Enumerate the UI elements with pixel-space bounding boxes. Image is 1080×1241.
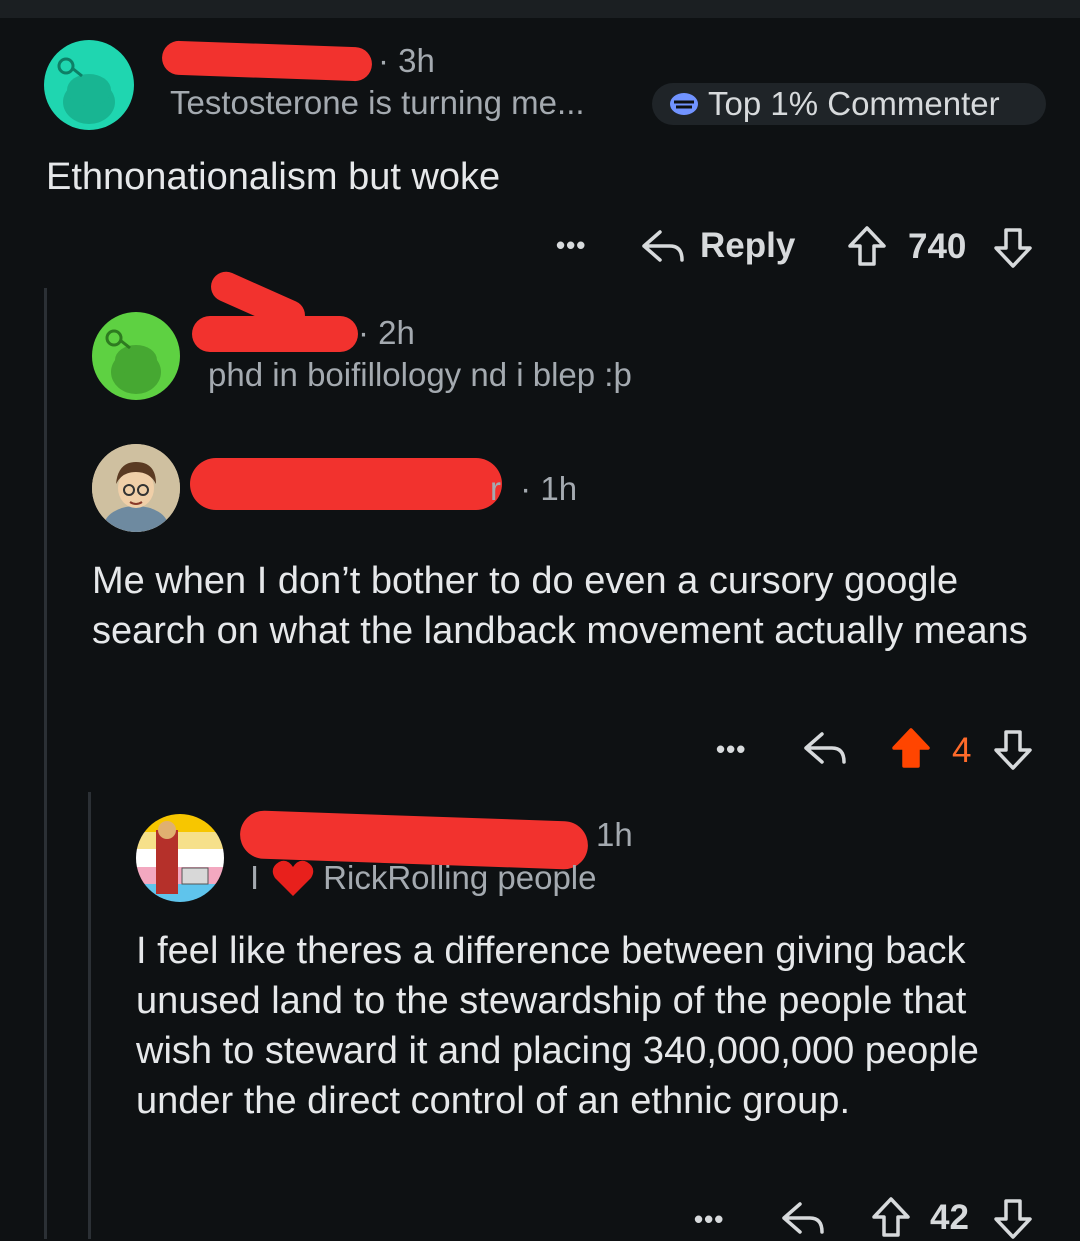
upvote-button[interactable] bbox=[890, 726, 932, 770]
cartoon-avatar-icon bbox=[92, 444, 180, 532]
top-commenter-badge: Top 1% Commenter bbox=[652, 83, 1046, 125]
comment-time: r · 1h bbox=[490, 470, 577, 508]
upvote-arrow-icon bbox=[848, 226, 886, 266]
reply-button[interactable]: Reply bbox=[640, 226, 795, 266]
user-flair-row: I RickRolling people bbox=[250, 858, 597, 898]
user-flair: Testosterone is turning me... bbox=[170, 84, 585, 121]
thread-line[interactable] bbox=[88, 792, 91, 1239]
user-flair: phd in boifillology nd i blep :þ bbox=[208, 356, 632, 393]
separator: · bbox=[520, 470, 532, 507]
comment-body: I feel like theres a difference between … bbox=[136, 930, 979, 1122]
top-commenter-icon bbox=[670, 93, 698, 115]
separator: · bbox=[378, 42, 389, 79]
user-avatar[interactable] bbox=[44, 40, 134, 130]
downvote-button[interactable] bbox=[992, 728, 1034, 772]
heart-icon bbox=[272, 860, 314, 896]
downvote-arrow-icon bbox=[994, 730, 1032, 770]
time-label: 1h bbox=[540, 470, 578, 507]
comment-time: · 2h bbox=[358, 314, 415, 352]
separator: · bbox=[358, 314, 369, 351]
redacted-username bbox=[192, 316, 358, 352]
flair-prefix: I bbox=[250, 859, 260, 896]
badge-label: Top 1% Commenter bbox=[708, 85, 1000, 122]
vote-score: 740 bbox=[908, 227, 967, 266]
more-options-button[interactable]: ••• bbox=[694, 1204, 724, 1235]
downvote-button[interactable] bbox=[992, 1197, 1034, 1241]
vote-score: 4 bbox=[952, 731, 972, 770]
reply-button[interactable] bbox=[802, 728, 848, 768]
user-avatar[interactable] bbox=[136, 814, 224, 902]
reply-arrow-icon bbox=[782, 1202, 824, 1234]
upvote-arrow-icon bbox=[872, 1197, 910, 1237]
user-avatar[interactable] bbox=[92, 312, 180, 400]
downvote-button[interactable] bbox=[992, 226, 1034, 270]
snoo-icon bbox=[57, 57, 115, 124]
more-options-button[interactable]: ••• bbox=[556, 230, 586, 261]
redacted-username bbox=[190, 458, 502, 510]
thread-line[interactable] bbox=[44, 288, 47, 1239]
reply-label: Reply bbox=[700, 226, 796, 265]
user-avatar[interactable] bbox=[92, 444, 180, 532]
comment-time: 1h bbox=[596, 816, 633, 853]
redacted-username bbox=[161, 40, 373, 82]
pride-flag-avatar-icon bbox=[136, 814, 224, 902]
downvote-arrow-icon bbox=[994, 228, 1032, 268]
more-options-button[interactable]: ••• bbox=[716, 734, 746, 765]
upvote-button[interactable] bbox=[870, 1195, 912, 1239]
user-flair: RickRolling people bbox=[323, 859, 597, 896]
upvote-arrow-icon bbox=[892, 728, 930, 768]
comment-time: · 3h bbox=[378, 42, 435, 80]
top-strip bbox=[0, 0, 1080, 18]
comment-body: Me when I don’t bother to do even a curs… bbox=[92, 560, 1028, 652]
time-label: 3h bbox=[398, 42, 435, 79]
reply-arrow-icon bbox=[642, 230, 684, 262]
downvote-arrow-icon bbox=[994, 1199, 1032, 1239]
upvote-button[interactable] bbox=[846, 224, 888, 268]
vote-score: 42 bbox=[930, 1198, 969, 1237]
snoo-icon bbox=[105, 329, 161, 394]
reply-button[interactable] bbox=[780, 1198, 826, 1238]
comment-body: Ethnonationalism but woke bbox=[46, 156, 501, 198]
username-fragment: r bbox=[490, 470, 501, 507]
reply-arrow-icon bbox=[804, 732, 846, 764]
time-label: 2h bbox=[378, 314, 415, 351]
